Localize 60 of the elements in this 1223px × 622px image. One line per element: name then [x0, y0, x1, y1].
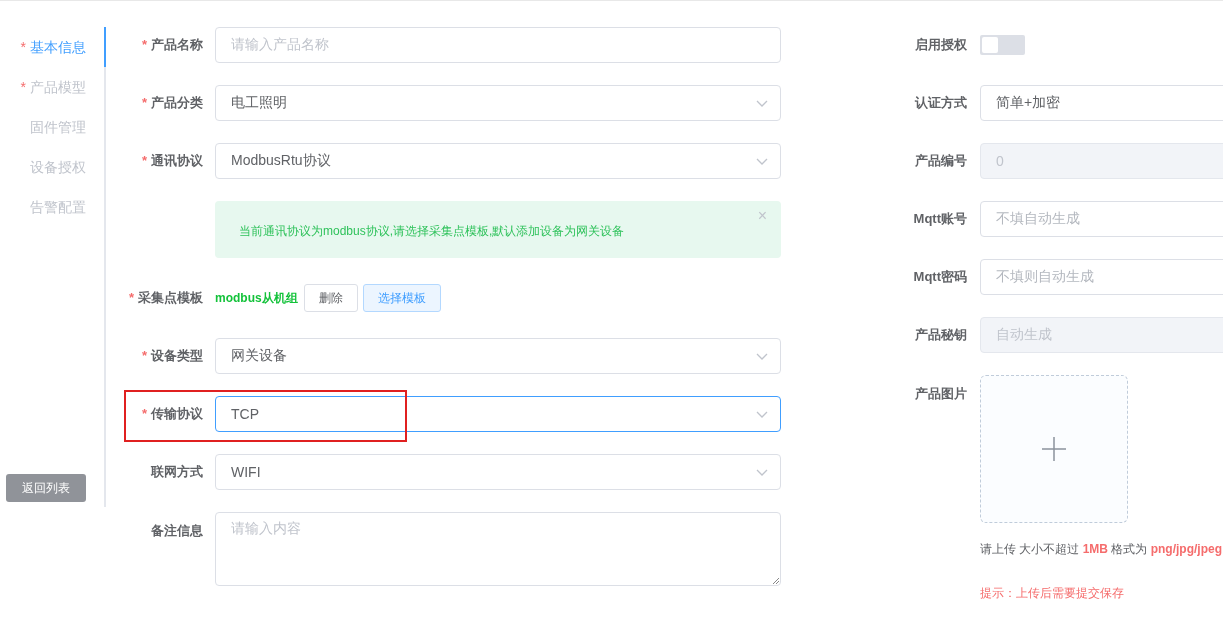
- image-upload[interactable]: [980, 375, 1128, 523]
- select-field[interactable]: 电工照明: [215, 85, 781, 121]
- input-field[interactable]: 请输入产品名称: [215, 27, 781, 63]
- field-label: 认证方式: [914, 94, 968, 112]
- nav-tab[interactable]: 固件管理: [0, 107, 106, 147]
- field-label: 设备类型: [151, 348, 203, 363]
- chevron-down-icon: [756, 469, 768, 476]
- resize-grip-icon: [772, 577, 779, 584]
- required-mark: *: [20, 39, 26, 55]
- field-label: 采集点模板: [138, 290, 203, 305]
- plus-icon: [1042, 437, 1066, 461]
- select-field[interactable]: WIFI: [215, 454, 781, 490]
- field-label: 产品名称: [151, 37, 203, 52]
- tab-label: 基本信息: [30, 39, 86, 55]
- required-mark: *: [141, 406, 147, 421]
- field-label: 联网方式: [151, 464, 203, 479]
- field-label: 产品秘钥: [914, 326, 968, 344]
- field-label: 产品编号: [914, 152, 968, 170]
- upload-hint: 请上传 大小不超过 1MB 格式为 png/jpg/jpeg: [980, 541, 1223, 558]
- textarea-field[interactable]: 请输入内容: [215, 512, 781, 586]
- field-label: Mqtt账号: [912, 210, 968, 228]
- required-mark: *: [141, 348, 147, 363]
- select-field[interactable]: ModbusRtu协议: [215, 143, 781, 179]
- field-label: 通讯协议: [151, 153, 203, 168]
- tab-label: 固件管理: [30, 119, 86, 135]
- template-name: modbus从机组: [215, 289, 298, 307]
- field-label: 产品图片: [914, 385, 968, 403]
- required-mark: *: [20, 79, 26, 95]
- close-button[interactable]: ×: [757, 207, 767, 225]
- nav-tab[interactable]: 设备授权: [0, 147, 106, 187]
- select-field[interactable]: 简单+加密: [980, 85, 1223, 121]
- chevron-down-icon: [756, 353, 768, 360]
- tab-label: 告警配置: [30, 199, 86, 215]
- select-field[interactable]: TCP: [215, 396, 781, 432]
- nav-tab[interactable]: * 产品模型: [0, 67, 106, 107]
- nav-tab[interactable]: * 基本信息: [0, 27, 106, 67]
- chevron-down-icon: [756, 411, 768, 418]
- required-mark: *: [141, 37, 147, 52]
- required-mark: *: [141, 153, 147, 168]
- field-label: 传输协议: [151, 406, 203, 421]
- upload-tip: 提示：上传后需要提交保存: [980, 585, 1125, 602]
- toggle-switch[interactable]: [980, 35, 1025, 55]
- tab-label: 产品模型: [30, 79, 86, 95]
- input-field[interactable]: 不填自动生成: [980, 201, 1223, 237]
- chevron-down-icon: [756, 158, 768, 165]
- select-field[interactable]: 网关设备: [215, 338, 781, 374]
- input-field[interactable]: 不填则自动生成: [980, 259, 1223, 295]
- required-mark: *: [128, 290, 134, 305]
- required-mark: *: [141, 95, 147, 110]
- nav-tab[interactable]: 告警配置: [0, 187, 106, 227]
- template-button[interactable]: 删除: [303, 284, 358, 312]
- template-button[interactable]: 选择模板: [362, 284, 441, 312]
- field-label: 备注信息: [151, 523, 203, 538]
- field-label: 产品分类: [151, 95, 203, 110]
- back-button[interactable]: 返回列表: [6, 474, 86, 502]
- tab-label: 设备授权: [30, 159, 86, 175]
- chevron-down-icon: [756, 100, 768, 107]
- field-label: Mqtt密码: [912, 268, 968, 286]
- field-label: 启用授权: [914, 36, 968, 54]
- alert-message: 当前通讯协议为modbus协议,请选择采集点模板,默认添加设备为网关设备: [239, 222, 625, 240]
